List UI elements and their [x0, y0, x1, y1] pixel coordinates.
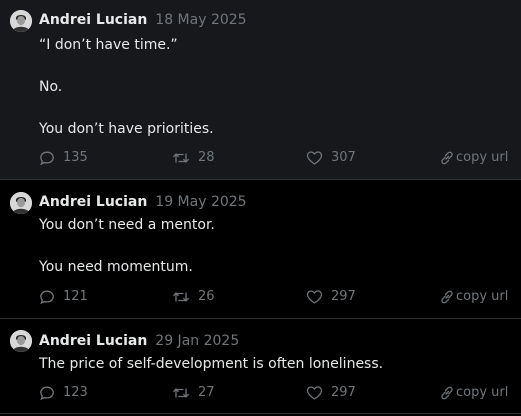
- repost-count: 27: [198, 385, 215, 400]
- repost-count: 26: [198, 289, 215, 304]
- repost-button[interactable]: 27: [172, 383, 215, 403]
- repost-arrows-icon: [172, 289, 190, 305]
- copy-url-button[interactable]: copy url: [439, 383, 508, 403]
- link-icon: [439, 150, 455, 166]
- reply-button[interactable]: 135: [39, 148, 88, 168]
- post-feed: Andrei Lucian 18 May 2025 “I don’t have t…: [0, 0, 521, 416]
- post-date[interactable]: 19 May 2025: [155, 194, 246, 210]
- like-count: 297: [331, 385, 356, 400]
- author-name[interactable]: Andrei Lucian: [39, 12, 147, 28]
- author-name[interactable]: Andrei Lucian: [39, 333, 147, 349]
- avatar[interactable]: [10, 192, 32, 214]
- like-button[interactable]: 307: [306, 148, 356, 168]
- link-icon: [439, 385, 455, 401]
- post-date[interactable]: 29 Jan 2025: [155, 333, 239, 349]
- like-count: 307: [331, 150, 356, 165]
- post-header: Andrei Lucian 18 May 2025: [39, 11, 247, 29]
- post-text-line: You don’t have priorities.: [39, 121, 214, 137]
- reply-button[interactable]: 123: [39, 383, 88, 403]
- post-text-line: You need momentum.: [39, 259, 193, 275]
- reply-button[interactable]: 121: [39, 287, 88, 307]
- copy-url-button[interactable]: copy url: [439, 148, 508, 168]
- post-text-line: The price of self-development is often l…: [39, 356, 384, 372]
- heart-icon: [306, 289, 323, 305]
- avatar[interactable]: [10, 330, 32, 352]
- post-card[interactable]: Andrei Lucian 29 Jan 2025 The price of se…: [0, 319, 521, 416]
- post-divider: [0, 413, 521, 414]
- like-count: 297: [331, 289, 356, 304]
- heart-icon: [306, 385, 323, 401]
- repost-button[interactable]: 26: [172, 287, 215, 307]
- repost-arrows-icon: [172, 150, 190, 166]
- reply-count: 123: [63, 385, 88, 400]
- speech-bubble-icon: [39, 385, 55, 401]
- heart-icon: [306, 150, 323, 166]
- repost-count: 28: [198, 150, 215, 165]
- like-button[interactable]: 297: [306, 287, 356, 307]
- speech-bubble-icon: [39, 150, 55, 166]
- post-text-line: No.: [39, 79, 63, 95]
- copy-url-label: copy url: [456, 385, 509, 400]
- copy-url-label: copy url: [456, 289, 509, 304]
- copy-url-button[interactable]: copy url: [439, 287, 508, 307]
- reply-count: 121: [63, 289, 88, 304]
- post-text-line: You don’t need a mentor.: [39, 217, 215, 233]
- like-button[interactable]: 297: [306, 383, 356, 403]
- link-icon: [439, 289, 455, 305]
- post-header: Andrei Lucian 29 Jan 2025: [39, 332, 239, 350]
- avatar[interactable]: [10, 10, 32, 32]
- post-actions: 135 28 307 copy url: [0, 148, 521, 168]
- post-card[interactable]: Andrei Lucian 19 May 2025 You don’t need …: [0, 180, 521, 319]
- author-name[interactable]: Andrei Lucian: [39, 194, 147, 210]
- post-text-line: “I don’t have time.”: [39, 37, 178, 53]
- speech-bubble-icon: [39, 289, 55, 305]
- copy-url-label: copy url: [456, 150, 509, 165]
- repost-arrows-icon: [172, 385, 190, 401]
- post-card[interactable]: Andrei Lucian 18 May 2025 “I don’t have t…: [0, 0, 521, 180]
- repost-button[interactable]: 28: [172, 148, 215, 168]
- post-date[interactable]: 18 May 2025: [155, 12, 246, 28]
- post-header: Andrei Lucian 19 May 2025: [39, 193, 247, 211]
- reply-count: 135: [63, 150, 88, 165]
- post-actions: 123 27 297 copy url: [0, 383, 521, 403]
- post-actions: 121 26 297 copy url: [0, 287, 521, 307]
